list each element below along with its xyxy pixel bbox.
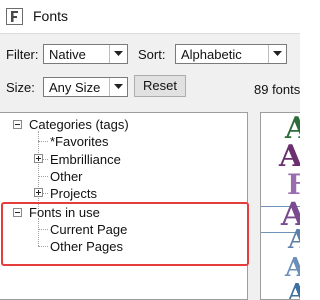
sort-dropdown[interactable]: Alphabetic [175,44,287,64]
chevron-down-icon [114,84,123,89]
filter-dropdown-arrow[interactable] [109,45,127,63]
plus-icon [36,190,41,195]
fonts-app-icon [6,8,23,25]
sort-dropdown-arrow[interactable] [268,45,286,63]
font-preview-panel[interactable]: AAFAAAA [260,112,300,300]
size-label: Size: [6,80,35,95]
chevron-down-icon [273,51,282,56]
expand-toggle[interactable] [34,188,43,197]
tree-connector [38,176,48,177]
tree-connector [38,141,48,142]
tree-item-embrilliance[interactable]: Embrilliance [50,152,121,167]
tree-item-favorites[interactable]: *Favorites [50,134,109,149]
expand-toggle[interactable] [34,154,43,163]
tree-connector [38,131,39,211]
fonts-window: Fonts Filter: Native Sort: Alphabetic Si… [0,0,300,300]
filter-label: Filter: [6,47,39,62]
filter-dropdown[interactable]: Native [43,44,128,64]
highlight-box [1,202,249,266]
size-value: Any Size [49,80,101,95]
sort-value: Alphabetic [181,47,242,62]
tree-connector [43,193,48,194]
plus-icon [36,156,41,161]
collapse-toggle[interactable] [13,120,22,129]
font-sample-glyph[interactable]: A [287,279,300,299]
minus-icon [15,124,20,125]
sort-label: Sort: [138,47,166,62]
filter-value: Native [49,47,86,62]
font-count: 89 fonts [254,82,301,97]
tree-item-categories[interactable]: Categories (tags) [29,117,129,132]
size-dropdown-arrow[interactable] [109,78,127,96]
title-bar: Fonts [0,0,300,34]
tree-item-other[interactable]: Other [50,169,83,184]
window-title: Fonts [33,8,69,24]
tree-item-projects[interactable]: Projects [50,186,97,201]
font-sample-glyph[interactable]: A [288,225,300,255]
tree-connector [43,159,48,160]
chevron-down-icon [114,51,123,56]
reset-button[interactable]: Reset [134,75,186,97]
size-dropdown[interactable]: Any Size [43,77,128,97]
